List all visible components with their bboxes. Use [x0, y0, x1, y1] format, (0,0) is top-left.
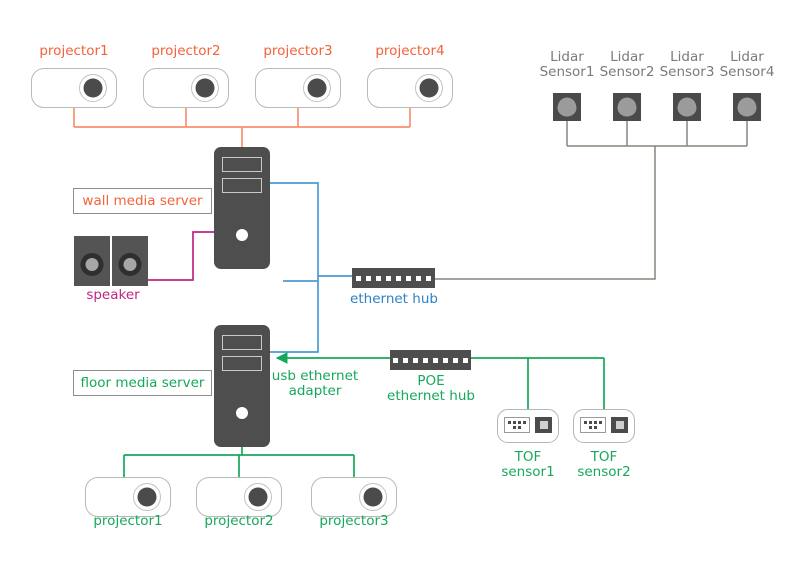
wall-media-server-label: wall media server — [73, 188, 212, 214]
hub-port-icon — [426, 275, 431, 281]
hub-port-icon — [413, 357, 418, 363]
projector-floor-3-label: projector3 — [319, 513, 389, 529]
projector-floor-1-label: projector1 — [93, 513, 163, 529]
server-bay-icon — [222, 356, 262, 371]
projector-wall-4[interactable] — [367, 68, 453, 108]
wire-projectors-to-wall-server — [73, 108, 411, 147]
poe-ethernet-hub[interactable] — [390, 350, 471, 370]
wire-wall-server-to-ethernet-hub — [270, 182, 352, 353]
tof-connector-icon — [504, 417, 530, 433]
projector-wall-1-label: projector1 — [39, 43, 109, 59]
projector-floor-2-label: projector2 — [204, 513, 274, 529]
projector-wall-1[interactable] — [31, 68, 117, 108]
hub-port-icon — [443, 357, 448, 363]
projector-lens-icon — [244, 483, 272, 511]
hub-port-icon — [376, 275, 381, 281]
tof-lens-icon — [611, 417, 628, 433]
server-bay-icon — [222, 157, 262, 172]
speaker-left[interactable] — [74, 236, 110, 286]
wire-lidar-to-ethernet-hub — [435, 121, 748, 280]
diagram-canvas: projector1 projector2 projector3 project… — [0, 0, 800, 566]
speaker-cone-icon — [123, 258, 137, 271]
projector-lens-icon — [303, 74, 331, 102]
ethernet-hub-label: ethernet hub — [350, 291, 438, 307]
hub-port-icon — [366, 275, 371, 281]
wire-speaker-to-wall-server — [146, 231, 214, 281]
projector-wall-4-label: projector4 — [375, 43, 445, 59]
hub-port-icon — [393, 357, 398, 363]
projector-lens-icon — [359, 483, 387, 511]
hub-port-icon — [406, 275, 411, 281]
tof-sensor-2[interactable] — [573, 409, 635, 443]
projector-wall-3[interactable] — [255, 68, 341, 108]
projector-floor-2[interactable] — [196, 477, 282, 517]
floor-media-server-label: floor media server — [73, 370, 212, 396]
lidar-sensor-1[interactable] — [553, 93, 581, 121]
lidar-sensor-3[interactable] — [673, 93, 701, 121]
projector-floor-3[interactable] — [311, 477, 397, 517]
poe-ethernet-hub-label: POE ethernet hub — [387, 373, 475, 404]
tof-lens-icon — [535, 417, 552, 433]
lidar-dome-icon — [557, 97, 577, 117]
hub-port-icon — [433, 357, 438, 363]
hub-port-icon — [463, 357, 468, 363]
usb-ethernet-adapter-label: usb ethernet adapter — [271, 368, 359, 399]
wall-media-server[interactable] — [214, 147, 270, 269]
projector-floor-1[interactable] — [85, 477, 171, 517]
lidar-sensor-2[interactable] — [613, 93, 641, 121]
tof-sensor-2-label: TOF sensor2 — [577, 449, 631, 480]
speaker-label: speaker — [86, 287, 140, 303]
hub-port-icon — [356, 275, 361, 281]
tof-sensor-1[interactable] — [497, 409, 559, 443]
speaker-right[interactable] — [112, 236, 148, 286]
hub-port-icon — [453, 357, 458, 363]
tof-connector-icon — [580, 417, 606, 433]
projector-wall-2[interactable] — [143, 68, 229, 108]
lidar-sensor-4[interactable] — [733, 93, 761, 121]
ethernet-hub[interactable] — [352, 268, 435, 288]
projector-lens-icon — [79, 74, 107, 102]
lidar-sensor-4-label: Lidar Sensor4 — [719, 49, 775, 80]
speaker-cone-icon — [85, 258, 99, 271]
hub-port-icon — [396, 275, 401, 281]
hub-port-icon — [416, 275, 421, 281]
server-bay-icon — [222, 335, 262, 350]
power-button-icon[interactable] — [236, 229, 248, 241]
lidar-dome-icon — [737, 97, 757, 117]
wire-poe-hub-to-tof-sensors — [471, 357, 605, 409]
hub-port-icon — [423, 357, 428, 363]
projector-wall-3-label: projector3 — [263, 43, 333, 59]
projector-lens-icon — [133, 483, 161, 511]
hub-port-icon — [386, 275, 391, 281]
server-bay-icon — [222, 178, 262, 193]
projector-lens-icon — [415, 74, 443, 102]
lidar-dome-icon — [617, 97, 637, 117]
power-button-icon[interactable] — [236, 407, 248, 419]
floor-media-server[interactable] — [214, 325, 270, 447]
projector-lens-icon — [191, 74, 219, 102]
projector-wall-2-label: projector2 — [151, 43, 221, 59]
hub-port-icon — [403, 357, 408, 363]
lidar-dome-icon — [677, 97, 697, 117]
